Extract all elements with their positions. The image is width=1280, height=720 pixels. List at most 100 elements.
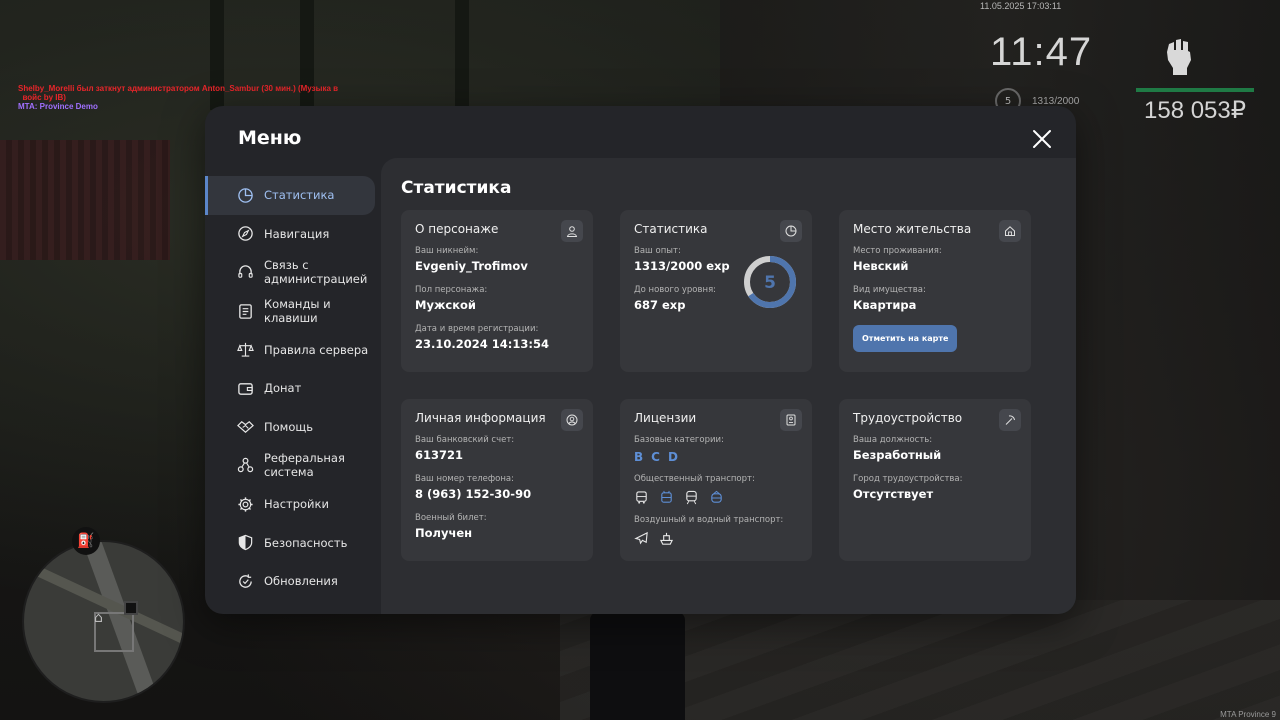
- background-tree: [455, 0, 469, 110]
- house-icon: ⌂: [94, 610, 103, 626]
- sidebar-item-label: Статистика: [264, 188, 335, 203]
- chat-line: войс by IB): [18, 93, 66, 102]
- sidebar-item-rules[interactable]: Правила сервера: [205, 330, 381, 369]
- card-statistics: Статистика Ваш опыт: 1313/2000 exp До но…: [620, 210, 812, 372]
- profile-icon: [561, 409, 583, 431]
- military-id-value: Получен: [415, 526, 473, 540]
- license-category: B: [634, 450, 644, 464]
- pie-chart-icon: [238, 188, 253, 203]
- registration-value: 23.10.2024 14:13:54: [415, 337, 549, 351]
- phone-value: 8 (963) 152-30-90: [415, 487, 532, 501]
- card-character: О персонаже Ваш никнейм: Evgeniy_Trofimo…: [401, 210, 593, 372]
- sidebar-item-label: Правила сервера: [264, 342, 369, 357]
- sidebar-item-label: Настройки: [264, 497, 329, 512]
- hud-clock: 11:47: [990, 30, 1093, 74]
- base-categories-label: Базовые категории:: [634, 435, 724, 445]
- gas-station-icon: ⛽: [72, 527, 100, 555]
- sidebar-item-label: Донат: [264, 381, 302, 396]
- airplane-icon: [634, 531, 648, 545]
- card-employment: Трудоустройство Ваша должность: Безработ…: [839, 399, 1031, 561]
- mark-on-map-button[interactable]: Отметить на карте: [853, 325, 958, 352]
- residence-label: Место проживания:: [853, 246, 942, 256]
- nickname-label: Ваш никнейм:: [415, 246, 479, 256]
- map-marker-icon: [124, 601, 138, 615]
- license-categories: B C D: [634, 450, 798, 464]
- card-title: О персонаже: [415, 222, 499, 236]
- user-icon: [561, 220, 583, 242]
- level-progress-ring: 5: [744, 256, 796, 308]
- sidebar-item-donate[interactable]: Донат: [205, 369, 381, 408]
- pie-chart-icon: [780, 220, 802, 242]
- player-character: [590, 612, 685, 720]
- sidebar-item-security[interactable]: Безопасность: [205, 523, 381, 562]
- background-fence: [0, 140, 170, 260]
- ship-icon: [659, 532, 674, 545]
- menu-window: Меню Статистика Навигация Связь с админи…: [205, 106, 1076, 614]
- card-title: Трудоустройство: [853, 411, 963, 425]
- hud-money: 158 053₽: [1144, 97, 1247, 124]
- gender-label: Пол персонажа:: [415, 285, 488, 295]
- compass-icon: [238, 226, 253, 242]
- shield-icon: [238, 534, 253, 551]
- tram-icon: [711, 490, 722, 503]
- card-title: Статистика: [634, 222, 708, 236]
- card-title: Личная информация: [415, 411, 546, 425]
- gear-icon: [238, 496, 253, 512]
- license-icon: [780, 409, 802, 431]
- minimap: [22, 540, 185, 703]
- public-transport-label: Общественный транспорт:: [634, 474, 755, 484]
- bank-account-value: 613721: [415, 448, 464, 462]
- bus-icon: [636, 491, 647, 504]
- content-panel: Статистика О персонаже Ваш никнейм: Evge…: [381, 158, 1076, 614]
- hud-health-bar: [1136, 88, 1254, 92]
- sidebar-item-updates[interactable]: Обновления: [205, 562, 381, 601]
- license-category: C: [651, 450, 660, 464]
- watermark: MTA Province 9: [1220, 710, 1276, 719]
- sidebar: Статистика Навигация Связь с администрац…: [205, 176, 381, 601]
- sidebar-item-label: Связь с администрацией: [264, 258, 368, 287]
- trolleybus-icon: [661, 490, 672, 503]
- train-icon: [686, 490, 697, 505]
- phone-label: Ваш номер телефона:: [415, 474, 514, 484]
- level-number: 5: [764, 273, 776, 293]
- property-type-label: Вид имущества:: [853, 285, 926, 295]
- employment-city-label: Город трудоустройства:: [853, 474, 963, 484]
- position-value: Безработный: [853, 448, 942, 462]
- residence-value: Невский: [853, 259, 909, 273]
- sidebar-item-statistics[interactable]: Статистика: [205, 176, 375, 215]
- gender-value: Мужской: [415, 298, 476, 312]
- close-button[interactable]: [1031, 128, 1053, 150]
- sidebar-item-contact-admin[interactable]: Связь с администрацией: [205, 253, 381, 292]
- wallet-icon: [238, 382, 253, 395]
- air-water-transport-label: Воздушный и водный транспорт:: [634, 515, 784, 525]
- card-title: Место жительства: [853, 222, 972, 236]
- sidebar-item-referral[interactable]: Реферальная система: [205, 446, 381, 485]
- sidebar-item-label: Обновления: [264, 574, 338, 589]
- sidebar-item-commands[interactable]: Команды и клавиши: [205, 292, 381, 331]
- sidebar-item-help[interactable]: Помощь: [205, 408, 381, 447]
- home-icon: [999, 220, 1021, 242]
- hud-datetime: 11.05.2025 17:03:11: [980, 1, 1062, 11]
- sidebar-item-navigation[interactable]: Навигация: [205, 215, 381, 254]
- property-type-value: Квартира: [853, 298, 917, 312]
- military-id-label: Военный билет:: [415, 513, 487, 523]
- card-personal-info: Личная информация Ваш банковский счет: 6…: [401, 399, 593, 561]
- network-icon: [237, 457, 254, 473]
- sidebar-item-settings[interactable]: Настройки: [205, 485, 381, 524]
- update-icon: [239, 574, 252, 588]
- card-title: Лицензии: [634, 411, 697, 425]
- registration-label: Дата и время регистрации:: [415, 324, 539, 334]
- sidebar-item-label: Навигация: [264, 226, 330, 241]
- menu-title: Меню: [238, 127, 302, 149]
- nickname-value: Evgeniy_Trofimov: [415, 259, 528, 273]
- position-label: Ваша должность:: [853, 435, 933, 445]
- card-residence: Место жительства Место проживания: Невск…: [839, 210, 1031, 372]
- bank-account-label: Ваш банковский счет:: [415, 435, 515, 445]
- handshake-icon: [237, 421, 254, 434]
- scales-icon: [237, 343, 254, 357]
- card-licenses: Лицензии Базовые категории: B C D Общест…: [620, 399, 812, 561]
- content-title: Статистика: [401, 178, 512, 198]
- sidebar-item-label: Помощь: [264, 419, 314, 434]
- close-icon: [1033, 130, 1051, 148]
- sidebar-item-label: Безопасность: [264, 535, 348, 550]
